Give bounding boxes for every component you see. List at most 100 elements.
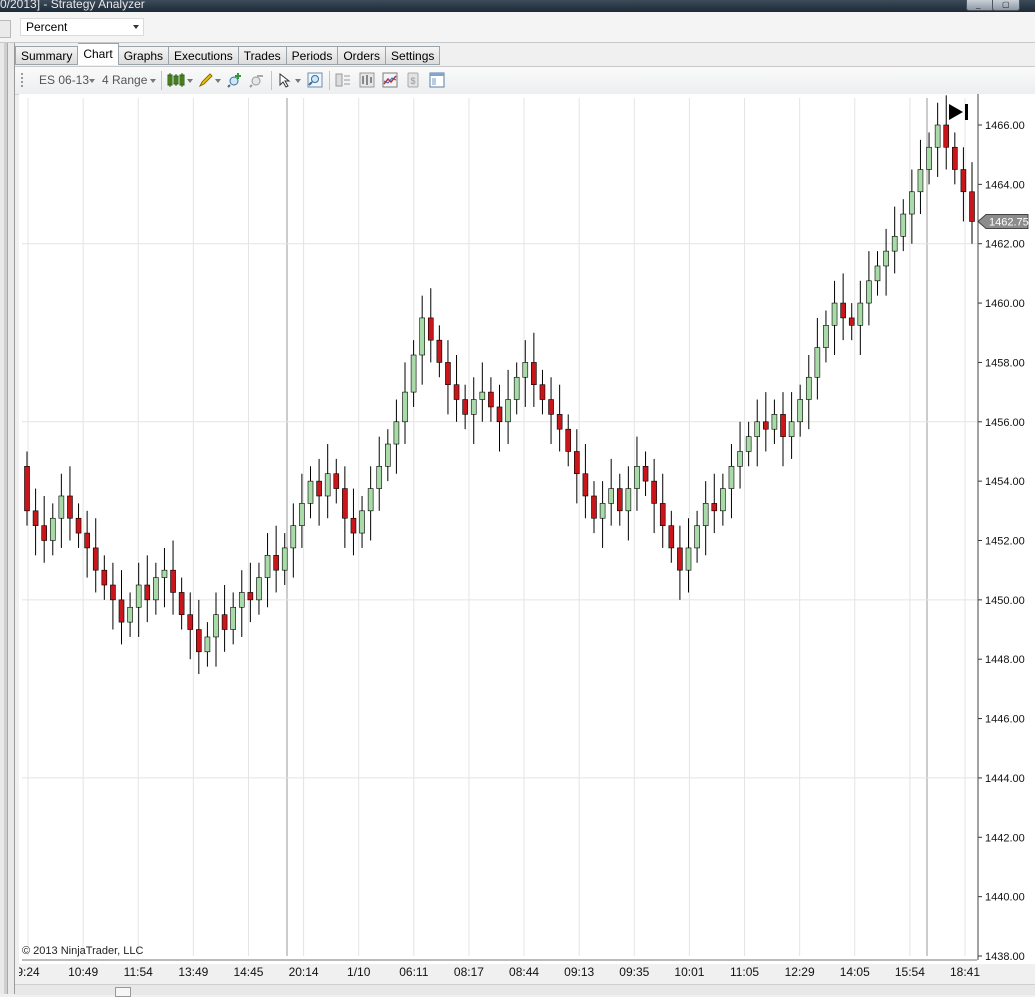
y-tick-label: 1438.00	[985, 951, 1025, 963]
display-unit-dropdown[interactable]: Percent	[20, 18, 144, 36]
instrument-selector[interactable]: ES 06-13	[39, 73, 89, 87]
down-candle	[118, 599, 125, 623]
up-candle	[299, 503, 305, 526]
x-tick-label: 10:01	[674, 965, 704, 979]
indicators-icon[interactable]	[382, 72, 398, 88]
down-candle	[659, 503, 666, 526]
draw-pencil-icon[interactable]	[198, 72, 214, 88]
up-candle	[634, 466, 640, 489]
down-candle	[943, 124, 950, 148]
y-tick-label: 1446.00	[985, 714, 1025, 726]
chevron-down-icon[interactable]	[295, 79, 301, 83]
last-price-label: 1462.75	[989, 216, 1029, 228]
y-tick-label: 1442.00	[985, 832, 1025, 844]
panel-collapse-button[interactable]	[0, 20, 11, 38]
price-chart-panel[interactable]: 9:24 10:49 11:54 13:49 14:45 20:14 1/10 06:11 08…	[16, 94, 1035, 979]
up-candle	[754, 421, 761, 437]
chart-toolbar: ES 06-13 4 Range $	[15, 66, 1035, 95]
svg-text:$: $	[410, 76, 415, 86]
tab-summary[interactable]: Summary	[15, 46, 79, 65]
minimize-button[interactable]: _	[966, 0, 994, 11]
down-candle	[565, 428, 572, 452]
maximize-button[interactable]: ▢	[992, 0, 1020, 11]
up-candle	[805, 376, 812, 400]
up-candle	[720, 488, 726, 512]
down-candle	[488, 391, 494, 408]
chevron-down-icon[interactable]	[150, 79, 156, 83]
down-candle	[651, 480, 657, 504]
tab-trades[interactable]: Trades	[238, 46, 287, 65]
up-candle	[307, 480, 314, 504]
tab-executions[interactable]: Executions	[169, 46, 239, 65]
down-candle	[531, 362, 537, 385]
down-candle	[539, 384, 546, 400]
zoom-in-icon[interactable]	[227, 72, 243, 88]
period-selector[interactable]: 4 Range	[102, 73, 147, 87]
down-candle	[101, 569, 108, 586]
down-candle	[462, 399, 468, 415]
zoom-out-icon[interactable]	[249, 72, 265, 88]
strategies-icon[interactable]: $	[405, 72, 421, 88]
candlestick-chart[interactable]: 9:24 10:49 11:54 13:49 14:45 20:14 1/10 06:11 08…	[16, 94, 1035, 984]
chevron-down-icon[interactable]	[89, 79, 95, 83]
properties-icon[interactable]	[359, 72, 375, 88]
down-candle	[574, 451, 580, 475]
up-candle	[256, 577, 262, 601]
up-candle	[376, 466, 383, 489]
up-candle	[788, 421, 795, 437]
down-candle	[496, 406, 503, 423]
down-candle	[711, 503, 718, 512]
down-candle	[316, 480, 322, 497]
left-frame-border	[0, 43, 15, 994]
bar-style-icon[interactable]	[167, 72, 187, 88]
data-box-icon[interactable]	[335, 72, 351, 88]
horizontal-scrollbar[interactable]	[15, 984, 1035, 997]
toolbar-grip[interactable]	[21, 73, 23, 89]
down-candle	[247, 592, 254, 601]
magnifier-icon[interactable]	[307, 72, 323, 88]
down-candle	[187, 614, 194, 630]
down-candle	[591, 495, 597, 519]
up-candle	[479, 391, 486, 400]
x-tick-label: 14:45	[233, 965, 263, 979]
chevron-down-icon[interactable]	[215, 79, 221, 83]
y-tick-label: 1460.00	[985, 298, 1025, 310]
y-tick-label: 1456.00	[985, 417, 1025, 429]
up-candle	[608, 488, 614, 504]
x-tick-label: 08:44	[509, 965, 539, 979]
up-candle	[625, 488, 632, 512]
down-candle	[668, 525, 675, 549]
up-candle	[153, 577, 159, 601]
window-titlebar: 0/2013] - Strategy Analyzer _ ▢	[0, 0, 1035, 12]
up-candle	[470, 399, 477, 415]
tab-graphs[interactable]: Graphs	[118, 46, 170, 65]
cursor-pointer-icon[interactable]	[277, 72, 293, 88]
y-tick-label: 1466.00	[985, 120, 1025, 132]
window-layout-icon[interactable]	[429, 72, 445, 88]
down-candle	[92, 547, 99, 571]
x-tick-label: 14:05	[840, 965, 870, 979]
up-candle	[213, 614, 219, 638]
tab-settings[interactable]: Settings	[386, 46, 441, 65]
y-tick-label: 1454.00	[985, 476, 1025, 488]
down-candle	[221, 614, 228, 630]
x-tick-label: 15:54	[895, 965, 925, 979]
up-candle	[917, 169, 924, 193]
down-candle	[436, 339, 443, 363]
up-candle	[771, 414, 778, 430]
y-tick-label: 1462.00	[985, 239, 1025, 251]
tab-periods[interactable]: Periods	[286, 46, 339, 65]
up-candle	[900, 213, 907, 237]
down-candle	[67, 495, 73, 519]
up-candle	[127, 606, 133, 623]
up-candle	[58, 495, 65, 519]
down-candle	[616, 488, 623, 512]
scrollbar-thumb[interactable]	[115, 987, 131, 997]
down-candle	[780, 414, 786, 437]
tab-orders[interactable]: Orders	[338, 46, 387, 65]
chevron-down-icon[interactable]	[187, 79, 193, 83]
y-tick-label: 1440.00	[985, 892, 1025, 904]
tab-chart[interactable]: Chart	[78, 43, 119, 65]
scroll-to-end-bar	[965, 104, 968, 120]
down-candle	[969, 191, 975, 222]
